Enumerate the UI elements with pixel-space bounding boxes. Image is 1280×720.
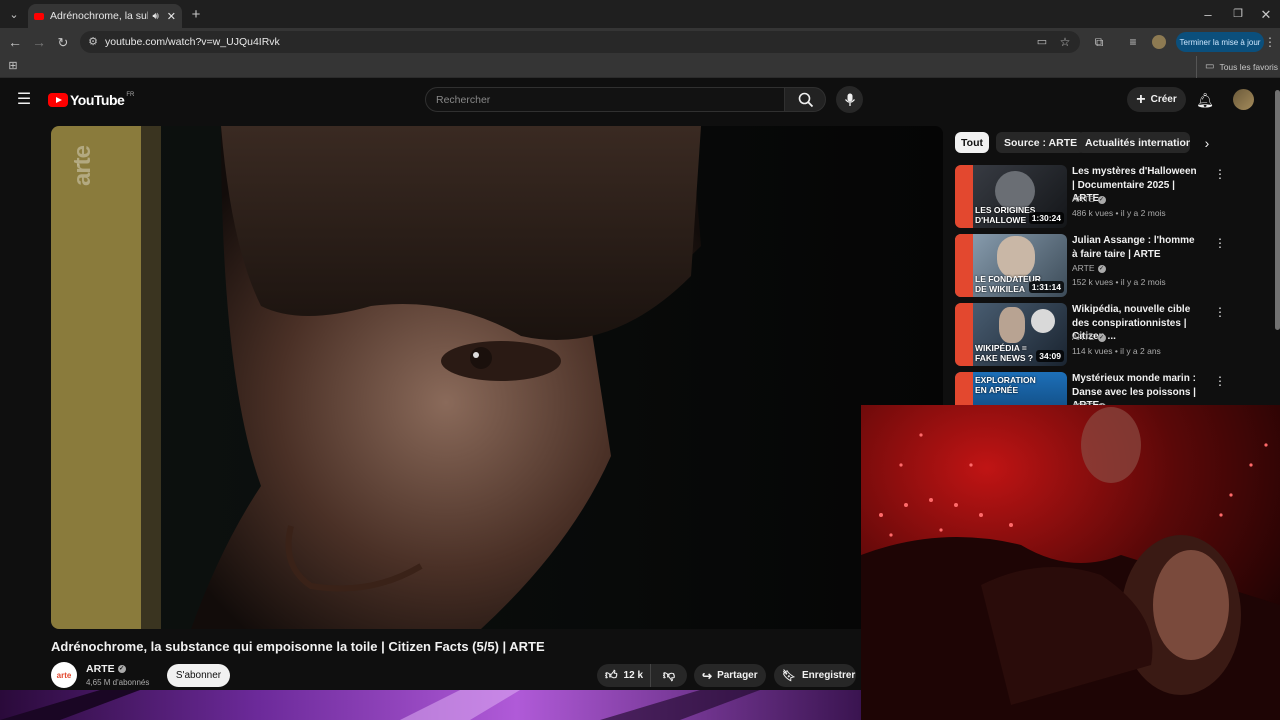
- recommendation-channel[interactable]: ARTE✓: [1072, 332, 1106, 342]
- page-scrollbar[interactable]: [1275, 90, 1280, 330]
- more-actions-icon[interactable]: ⋮: [1214, 167, 1226, 181]
- chip-all[interactable]: Tout: [955, 132, 989, 153]
- plus-icon: +: [1136, 90, 1146, 108]
- microphone-icon: [844, 93, 855, 106]
- recommendation-meta: 152 k vues • il y a 2 mois: [1072, 277, 1166, 287]
- recommendation-channel[interactable]: ARTE✓: [1072, 194, 1106, 204]
- like-dislike-group: 👍︎ 12 k 👎︎: [597, 664, 687, 687]
- bookmarks-divider: [1196, 56, 1197, 78]
- verified-icon: ✓: [117, 665, 126, 674]
- profile-avatar[interactable]: [1152, 35, 1166, 49]
- video-title: Adrénochrome, la substance qui empoisonn…: [51, 639, 545, 654]
- below-video-preview: [0, 690, 861, 720]
- browser-menu-icon[interactable]: ⋮: [1264, 35, 1276, 49]
- thumbnail-figure: [997, 236, 1035, 278]
- wikipedia-globe-icon: [1031, 309, 1055, 333]
- more-actions-icon[interactable]: ⋮: [1214, 374, 1226, 388]
- search-icon: [798, 92, 814, 108]
- save-button[interactable]: 🔖︎ Enregistrer: [774, 664, 856, 687]
- recommendation-meta: 114 k vues • il y a 2 ans: [1072, 346, 1161, 356]
- video-frame-image: [51, 126, 943, 629]
- search-input[interactable]: Rechercher: [425, 87, 785, 112]
- voice-search-button[interactable]: [836, 86, 863, 113]
- recommendation-thumbnail[interactable]: LES ORIGINES D'HALLOWE 1:30:24: [955, 165, 1067, 228]
- update-button[interactable]: Terminer la mise à jour: [1176, 32, 1264, 52]
- recommendation-item[interactable]: LES ORIGINES D'HALLOWE 1:30:24 Les mystè…: [955, 165, 1226, 229]
- picture-in-picture-video[interactable]: [861, 405, 1280, 720]
- media-control-icon[interactable]: ≡: [1126, 35, 1140, 49]
- youtube-play-icon: [48, 93, 68, 107]
- recommendation-title[interactable]: Julian Assange : l'homme à faire taire |…: [1072, 234, 1200, 261]
- thumbs-down-icon: 👎︎: [662, 668, 676, 682]
- verified-icon: ✓: [1097, 333, 1106, 342]
- thumbnail-figure: [999, 307, 1025, 343]
- youtube-favicon-icon: [34, 12, 44, 20]
- channel-name[interactable]: ARTE ✓: [86, 663, 126, 675]
- arte-band: [955, 303, 973, 366]
- audio-playing-icon[interactable]: 🔊︎: [152, 11, 158, 22]
- chip-source-arte[interactable]: Source : ARTE: [996, 132, 1086, 153]
- below-video-image: [0, 690, 861, 720]
- forward-icon[interactable]: →: [31, 35, 47, 49]
- like-button[interactable]: 👍︎ 12 k: [597, 664, 651, 687]
- browser-tab-bar: ⌄ Adrénochrome, la substanc 🔊︎ ✕ + – ❐ ✕: [0, 0, 1280, 28]
- bookmark-icon: 🔖︎: [782, 670, 796, 682]
- tab-title: Adrénochrome, la substanc: [50, 10, 148, 22]
- bookmark-star-icon[interactable]: ☆: [1058, 35, 1072, 49]
- back-icon[interactable]: ←: [7, 35, 23, 49]
- site-info-icon[interactable]: ⚙: [86, 35, 100, 49]
- chip-international-news[interactable]: Actualités internationales: [1077, 132, 1190, 153]
- video-player[interactable]: arte: [51, 126, 943, 629]
- arte-watermark: arte: [69, 145, 96, 186]
- url-text: youtube.com/watch?v=w_UJQu4IRvk: [105, 36, 280, 48]
- guide-menu-icon[interactable]: ☰: [16, 92, 32, 108]
- verified-icon: ✓: [1097, 195, 1106, 204]
- arte-band: [955, 234, 973, 297]
- reload-icon[interactable]: ↻: [55, 35, 71, 49]
- extensions-icon[interactable]: ⧉: [1092, 35, 1106, 49]
- create-button[interactable]: + Créer: [1127, 87, 1186, 112]
- subscribe-button[interactable]: S'abonner: [167, 664, 230, 687]
- cast-icon[interactable]: ▭: [1035, 35, 1049, 49]
- recommendation-channel[interactable]: ARTE✓: [1072, 263, 1106, 273]
- folder-icon: ▭: [1205, 61, 1215, 72]
- account-avatar[interactable]: [1233, 89, 1254, 110]
- thumbs-up-icon: 👍︎: [605, 668, 618, 682]
- subscriber-count: 4,65 M d'abonnés: [86, 678, 150, 687]
- bookmarks-bar: ⊞ ▭ Tous les favoris: [0, 56, 1280, 78]
- pip-video-frame: [861, 405, 1280, 720]
- restore-window-icon[interactable]: ❐: [1230, 6, 1246, 22]
- apps-grid-icon[interactable]: ⊞: [7, 60, 19, 72]
- youtube-logo[interactable]: YouTube FR: [48, 92, 134, 108]
- share-button[interactable]: ↪ Partager: [694, 664, 766, 687]
- notifications-bell-icon[interactable]: 🔔︎: [1196, 91, 1214, 109]
- recommendation-item[interactable]: LE FONDATEUR DE WIKILEA 1:31:14 Julian A…: [955, 234, 1226, 298]
- verified-icon: ✓: [1097, 264, 1106, 273]
- recommendation-item[interactable]: WIKIPÉDIA = FAKE NEWS ? 34:09 Wikipédia,…: [955, 303, 1226, 367]
- tab-close-icon[interactable]: ✕: [167, 10, 176, 23]
- arte-band: [955, 165, 973, 228]
- more-actions-icon[interactable]: ⋮: [1214, 236, 1226, 250]
- recommendation-thumbnail[interactable]: WIKIPÉDIA = FAKE NEWS ? 34:09: [955, 303, 1067, 366]
- recommendation-thumbnail[interactable]: LE FONDATEUR DE WIKILEA 1:31:14: [955, 234, 1067, 297]
- close-window-icon[interactable]: ✕: [1258, 6, 1274, 22]
- recommendation-meta: 486 k vues • il y a 2 mois: [1072, 208, 1166, 218]
- address-bar[interactable]: ⚙ youtube.com/watch?v=w_UJQu4IRvk ▭ ☆: [80, 31, 1080, 53]
- all-bookmarks-folder[interactable]: ▭ Tous les favoris: [1205, 61, 1278, 72]
- share-arrow-icon: ↪: [702, 668, 713, 683]
- channel-avatar[interactable]: arte: [51, 662, 77, 688]
- search-button[interactable]: [784, 87, 826, 112]
- browser-tab-active[interactable]: Adrénochrome, la substanc 🔊︎ ✕: [28, 4, 182, 28]
- minimize-window-icon[interactable]: –: [1200, 6, 1216, 22]
- tab-search-icon[interactable]: ⌄: [4, 4, 24, 24]
- more-actions-icon[interactable]: ⋮: [1214, 305, 1226, 319]
- new-tab-icon[interactable]: +: [188, 6, 204, 22]
- chips-next-icon[interactable]: ›: [1200, 135, 1214, 151]
- dislike-button[interactable]: 👎︎: [651, 664, 687, 687]
